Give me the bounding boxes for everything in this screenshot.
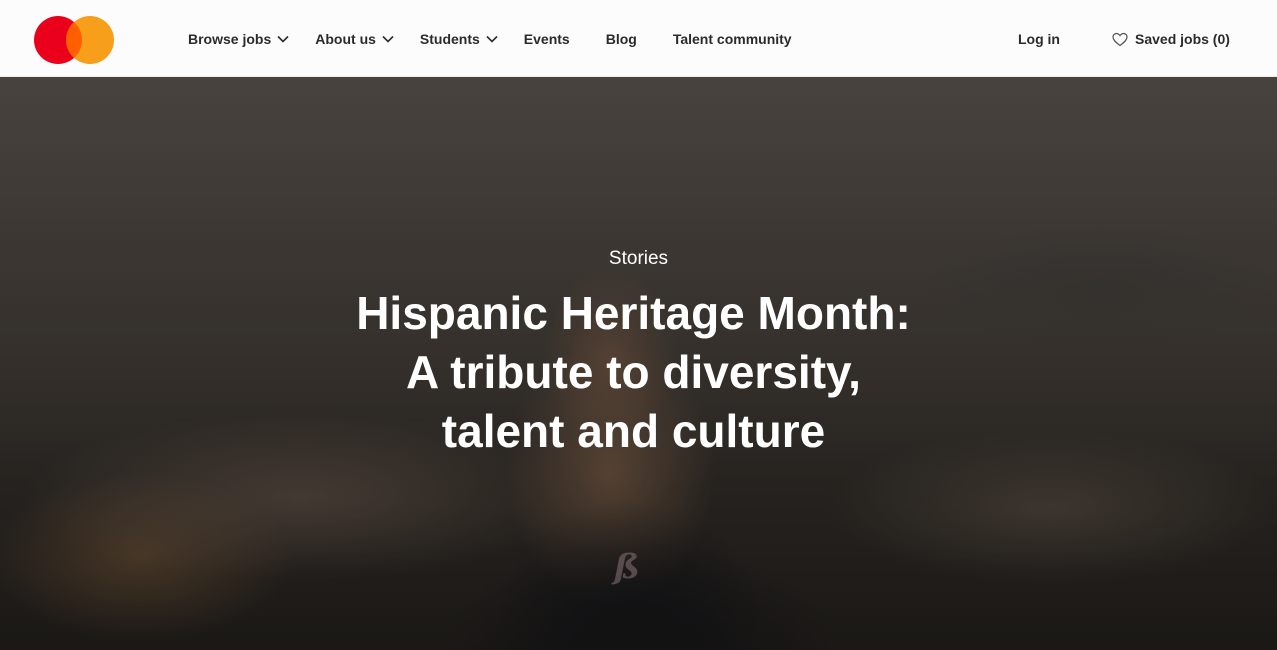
nav-students[interactable]: Students: [420, 31, 498, 47]
nav-events-label: Events: [523, 30, 570, 47]
hero-title-line-2: A tribute to diversity,: [406, 346, 861, 398]
hero-title: Hispanic Heritage Month: A tribute to di…: [318, 284, 949, 461]
mastercard-logo[interactable]: [34, 15, 114, 65]
nav-browse-jobs[interactable]: Browse jobs: [188, 31, 289, 47]
nav-blog-label: Blog: [605, 30, 637, 47]
saved-jobs-label: Saved jobs (0): [1135, 31, 1230, 47]
chevron-down-icon: [277, 35, 289, 43]
nav-talent-community-label: Talent community: [672, 30, 792, 47]
saved-jobs-link[interactable]: Saved jobs (0): [1112, 31, 1230, 47]
nav-browse-jobs-label: Browse jobs: [188, 30, 272, 47]
hero-banner: ß Stories Hispanic Heritage Month: A tri…: [0, 77, 1277, 650]
nav-talent-community[interactable]: Talent community: [673, 31, 792, 47]
hero-category: Stories: [608, 248, 669, 269]
hero-title-line-1: Hispanic Heritage Month:: [356, 287, 911, 339]
mastercard-logo-icon: [34, 16, 114, 64]
nav-events[interactable]: Events: [524, 31, 570, 47]
hero-title-line-3: talent and culture: [441, 405, 826, 457]
login-link[interactable]: Log in: [1018, 31, 1060, 47]
nav-about-us[interactable]: About us: [315, 31, 394, 47]
nav-about-us-label: About us: [315, 30, 376, 47]
chevron-down-icon: [486, 35, 498, 43]
nav-blog[interactable]: Blog: [606, 31, 637, 47]
chevron-down-icon: [382, 35, 394, 43]
nav-students-label: Students: [419, 30, 480, 47]
main-nav: Browse jobs About us Students Events Blo…: [188, 0, 792, 77]
heart-outline-icon: [1112, 32, 1128, 46]
top-navigation: Browse jobs About us Students Events Blo…: [0, 0, 1277, 77]
